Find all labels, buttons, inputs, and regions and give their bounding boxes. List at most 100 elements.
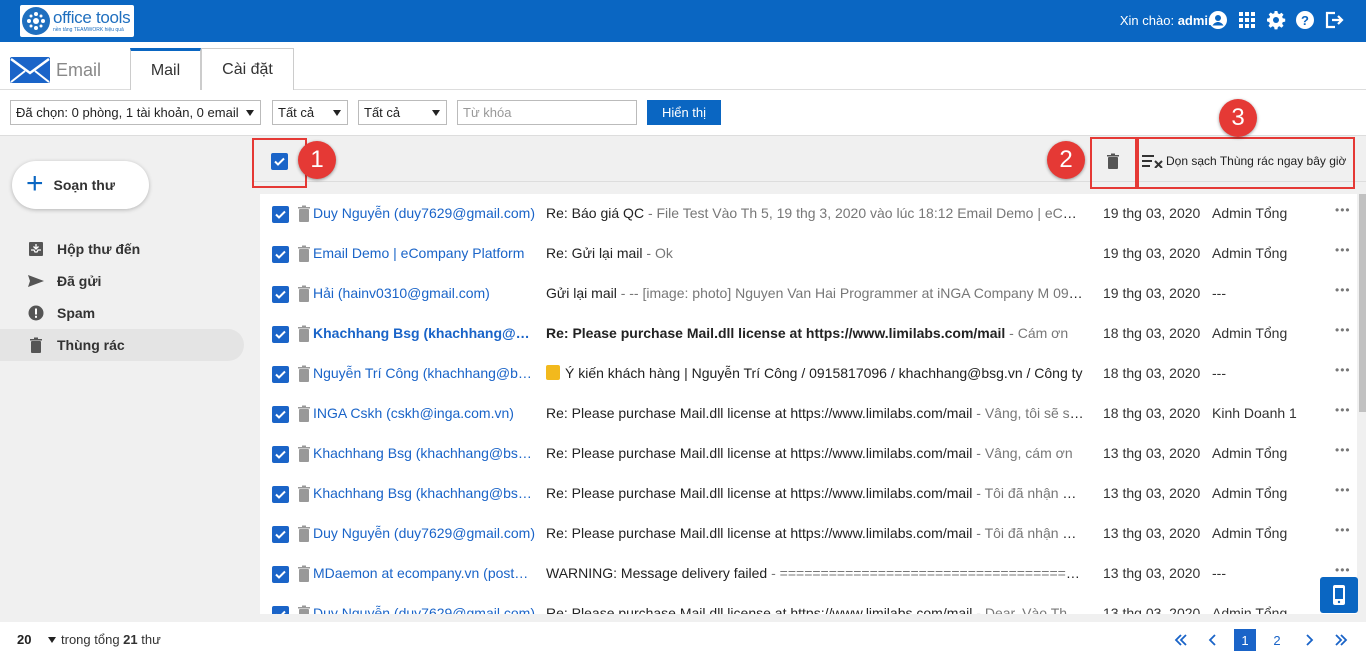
- email-sender[interactable]: Khachhang Bsg (khachhang@bsg.vn): [313, 325, 535, 341]
- email-row[interactable]: Khachhang Bsg (khachhang@bsg.vn) Re: Plea…: [260, 434, 1357, 474]
- row-checkbox[interactable]: [272, 366, 289, 383]
- more-actions-icon[interactable]: •••: [1335, 563, 1351, 577]
- apps-grid-icon[interactable]: [1237, 10, 1257, 30]
- row-checkbox[interactable]: [272, 486, 289, 503]
- more-actions-icon[interactable]: •••: [1335, 403, 1351, 417]
- email-sender[interactable]: Duy Nguyễn (duy7629@gmail.com): [313, 525, 535, 541]
- help-icon[interactable]: ?: [1295, 10, 1315, 30]
- more-actions-icon[interactable]: •••: [1335, 203, 1351, 217]
- email-sender[interactable]: Nguyễn Trí Công (khachhang@bsg.vn): [313, 365, 535, 381]
- email-subject[interactable]: Ý kiến khách hàng | Nguyễn Trí Công / 09…: [546, 365, 1084, 381]
- email-sender[interactable]: Duy Nguyễn (duy7629@gmail.com): [313, 605, 535, 614]
- tab-settings[interactable]: Cài đặt: [201, 48, 294, 90]
- row-checkbox[interactable]: [272, 206, 289, 223]
- email-row[interactable]: Khachhang Bsg (khachhang@bsg.vn) Re: Plea…: [260, 474, 1357, 514]
- user-circle-icon[interactable]: [1208, 10, 1228, 30]
- email-row[interactable]: MDaemon at ecompany.vn (postmaster) WARNI…: [260, 554, 1357, 594]
- email-row[interactable]: Hải (hainv0310@gmail.com) Gửi lại mail - …: [260, 274, 1357, 314]
- row-checkbox[interactable]: [272, 566, 289, 583]
- gear-icon[interactable]: [1266, 10, 1286, 30]
- email-row[interactable]: Nguyễn Trí Công (khachhang@bsg.vn) Ý kiến…: [260, 354, 1357, 394]
- email-subject[interactable]: Re: Please purchase Mail.dll license at …: [546, 525, 1084, 541]
- email-subject[interactable]: WARNING: Message delivery failed - =====…: [546, 565, 1084, 581]
- alert-icon: [28, 305, 44, 321]
- email-sender[interactable]: MDaemon at ecompany.vn (postmaster): [313, 565, 535, 581]
- trash-icon[interactable]: [297, 605, 311, 614]
- email-subject-text: Re: Please purchase Mail.dll license at …: [546, 485, 973, 501]
- show-button[interactable]: Hiển thị: [647, 100, 721, 125]
- email-sender[interactable]: Duy Nguyễn (duy7629@gmail.com): [313, 205, 535, 221]
- logo[interactable]: office tools nền tảng TEAMWORK hiệu quả: [20, 5, 134, 37]
- email-row[interactable]: Duy Nguyễn (duy7629@gmail.com) Re: Please…: [260, 594, 1357, 614]
- more-actions-icon[interactable]: •••: [1335, 283, 1351, 297]
- more-actions-icon[interactable]: •••: [1335, 243, 1351, 257]
- email-sender[interactable]: Email Demo | eCompany Platform: [313, 245, 535, 261]
- prev-page-icon[interactable]: [1202, 629, 1224, 651]
- row-checkbox[interactable]: [272, 246, 289, 263]
- sidebar-item-inbox[interactable]: Hộp thư đến: [0, 233, 244, 265]
- chevron-down-icon[interactable]: [48, 637, 56, 643]
- email-subject[interactable]: Re: Please purchase Mail.dll license at …: [546, 445, 1084, 461]
- email-row[interactable]: Duy Nguyễn (duy7629@gmail.com) Re: Báo gi…: [260, 194, 1357, 234]
- email-subject[interactable]: Re: Please purchase Mail.dll license at …: [546, 485, 1084, 501]
- email-sender[interactable]: Khachhang Bsg (khachhang@bsg.vn): [313, 445, 535, 461]
- row-checkbox[interactable]: [272, 526, 289, 543]
- sidebar-item-spam[interactable]: Spam: [0, 297, 244, 329]
- compose-button[interactable]: + Soạn thư: [12, 161, 149, 209]
- email-row[interactable]: INGA Cskh (cskh@inga.com.vn) Re: Please p…: [260, 394, 1357, 434]
- email-row[interactable]: Khachhang Bsg (khachhang@bsg.vn) Re: Plea…: [260, 314, 1357, 354]
- filter-select-status[interactable]: Tất cả: [272, 100, 348, 125]
- tab-mail[interactable]: Mail: [130, 48, 201, 90]
- page-button-1[interactable]: 1: [1234, 629, 1256, 651]
- email-date: 18 thg 03, 2020: [1103, 365, 1201, 381]
- email-sender[interactable]: Hải (hainv0310@gmail.com): [313, 285, 535, 301]
- trash-icon[interactable]: [297, 325, 311, 342]
- trash-icon[interactable]: [297, 285, 311, 302]
- email-row[interactable]: Email Demo | eCompany Platform Re: Gửi lạ…: [260, 234, 1357, 274]
- email-owner: ---: [1212, 365, 1226, 381]
- email-subject[interactable]: Gửi lại mail - -- [image: photo] Nguyen …: [546, 285, 1084, 301]
- trash-icon[interactable]: [297, 405, 311, 422]
- page-size-select[interactable]: 20: [17, 632, 31, 647]
- more-actions-icon[interactable]: •••: [1335, 363, 1351, 377]
- keyword-search-input[interactable]: [457, 100, 637, 125]
- row-checkbox[interactable]: [272, 606, 289, 614]
- email-row[interactable]: Duy Nguyễn (duy7629@gmail.com) Re: Please…: [260, 514, 1357, 554]
- scrollbar-thumb[interactable]: [1359, 194, 1366, 412]
- email-subject[interactable]: Re: Báo giá QC - File Test Vào Th 5, 19 …: [546, 205, 1084, 221]
- more-actions-icon[interactable]: •••: [1335, 323, 1351, 337]
- row-checkbox[interactable]: [272, 326, 289, 343]
- row-checkbox[interactable]: [272, 286, 289, 303]
- annotation-badge-3: 3: [1219, 99, 1257, 137]
- more-actions-icon[interactable]: •••: [1335, 443, 1351, 457]
- email-subject-text: Re: Please purchase Mail.dll license at …: [546, 525, 973, 541]
- account-selector[interactable]: Đã chọn: 0 phòng, 1 tài khoản, 0 email: [10, 100, 261, 125]
- trash-icon[interactable]: [297, 365, 311, 382]
- trash-icon[interactable]: [297, 245, 311, 262]
- row-checkbox[interactable]: [272, 446, 289, 463]
- row-checkbox[interactable]: [272, 406, 289, 423]
- sidebar-item-trash[interactable]: Thùng rác: [0, 329, 244, 361]
- pager: 1 2: [1160, 629, 1352, 651]
- sidebar-item-sent[interactable]: Đã gửi: [0, 265, 244, 297]
- trash-icon[interactable]: [297, 445, 311, 462]
- email-sender[interactable]: INGA Cskh (cskh@inga.com.vn): [313, 405, 535, 421]
- more-actions-icon[interactable]: •••: [1335, 523, 1351, 537]
- email-subject[interactable]: Re: Please purchase Mail.dll license at …: [546, 605, 1084, 614]
- trash-icon[interactable]: [297, 205, 311, 222]
- trash-icon[interactable]: [297, 525, 311, 542]
- email-sender[interactable]: Khachhang Bsg (khachhang@bsg.vn): [313, 485, 535, 501]
- trash-icon[interactable]: [297, 565, 311, 582]
- page-button-2[interactable]: 2: [1266, 629, 1288, 651]
- next-page-icon[interactable]: [1298, 629, 1320, 651]
- email-subject[interactable]: Re: Gửi lại mail - Ok: [546, 245, 1084, 261]
- more-actions-icon[interactable]: •••: [1335, 483, 1351, 497]
- email-subject[interactable]: Re: Please purchase Mail.dll license at …: [546, 325, 1084, 341]
- phone-support-button[interactable]: [1320, 577, 1358, 613]
- filter-select-type[interactable]: Tất cả: [358, 100, 447, 125]
- last-page-icon[interactable]: [1330, 629, 1352, 651]
- first-page-icon[interactable]: [1170, 629, 1192, 651]
- trash-icon[interactable]: [297, 485, 311, 502]
- email-subject[interactable]: Re: Please purchase Mail.dll license at …: [546, 405, 1084, 421]
- logout-icon[interactable]: [1324, 10, 1344, 30]
